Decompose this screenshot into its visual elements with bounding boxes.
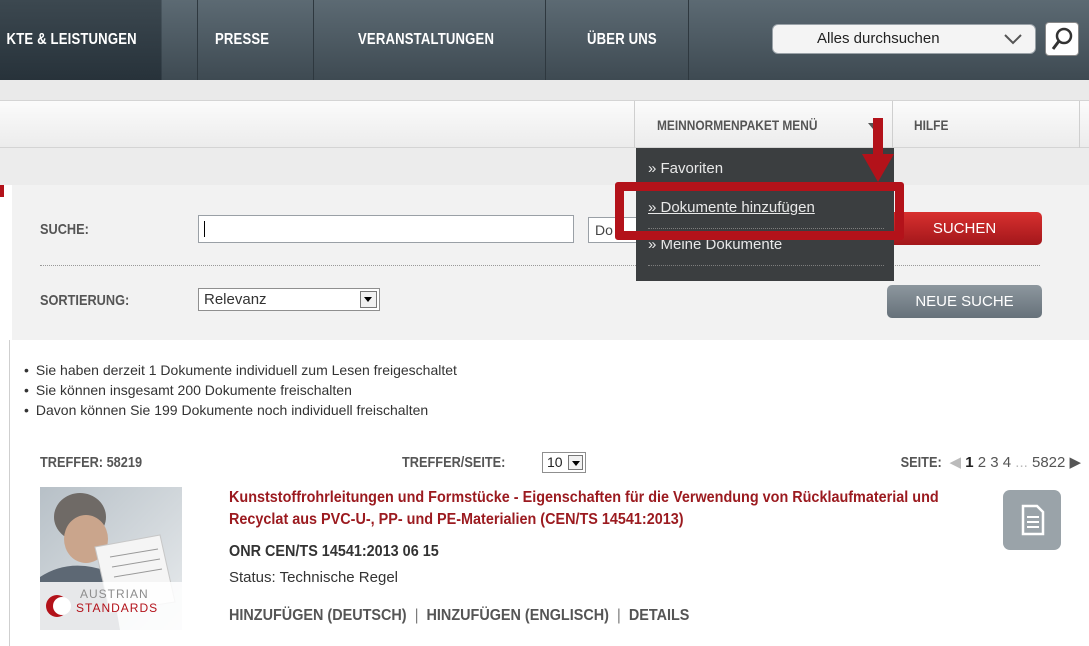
top-navigation: KTE & LEISTUNGEN PRESSE VERANSTALTUNGEN … [0,0,1089,80]
result-title-link[interactable]: Kunststoffrohrleitungen und Formstücke -… [229,487,991,531]
action-separator: | [414,607,419,624]
search-icon [1051,27,1073,50]
hits-count: TREFFER: 58219 [40,454,142,471]
page-link-2[interactable]: 2 [978,454,986,471]
logo-text-austrian: AUSTRIAN [80,587,149,601]
per-page-value: 10 [547,454,563,470]
page-ellipsis: ... [1015,454,1028,471]
global-search-button[interactable] [1045,22,1079,56]
logo-text-standards: STANDARDS [76,601,159,615]
add-german-link[interactable]: HINZUFÜGEN (DEUTSCH) [229,607,407,624]
nav-spacer-bar [0,80,1089,100]
accent-marker [0,185,4,197]
highlight-box [615,182,904,240]
result-status: Status: Technische Regel [229,569,398,586]
hits-value: 58219 [106,454,143,471]
page-link-1[interactable]: 1 [965,454,973,471]
document-thumbnail[interactable]: AUSTRIAN STANDARDS [40,487,182,630]
subnav-separator [634,101,635,149]
nav-separator [688,0,689,80]
sub-navigation: MEINNORMENPAKET MENÜ HILFE [0,100,1089,149]
list-item: Sie können insgesamt 200 Dokumente freis… [24,380,457,400]
new-search-button[interactable]: NEUE SUCHE [887,285,1042,318]
next-page-icon[interactable]: ▶ [1070,454,1082,471]
pagination: SEITE: ◀ 1 2 3 4 ... 5822 ▶ [897,453,1081,471]
content-border [9,340,10,646]
nav-produkte-leistungen[interactable]: KTE & LEISTUNGEN [0,0,162,80]
hilfe-link[interactable]: HILFE [914,117,948,133]
details-link[interactable]: DETAILS [629,607,690,624]
nav-ueber-uns[interactable]: ÜBER UNS [587,0,657,80]
page-link-last[interactable]: 5822 [1032,454,1065,471]
page-link-3[interactable]: 3 [990,454,998,471]
per-page-select[interactable]: 10 [542,452,586,473]
document-icon [1021,504,1045,536]
prev-page-icon: ◀ [949,454,962,471]
subnav-spacer-bar [0,148,1089,185]
page-link-4[interactable]: 4 [1003,454,1011,471]
list-item: Davon können Sie 199 Dokumente noch indi… [24,400,457,420]
meinnormenpaket-menu[interactable]: MEINNORMENPAKET MENÜ [657,117,817,133]
nav-presse[interactable]: PRESSE [215,0,269,80]
nav-veranstaltungen[interactable]: VERANSTALTUNGEN [358,0,494,80]
hits-label: TREFFER: [40,454,104,471]
text-cursor [204,221,205,237]
unlock-info-list: Sie haben derzeit 1 Dokumente individuel… [24,360,457,420]
global-search-placeholder: Alles durchsuchen [817,30,940,47]
global-search-select[interactable]: Alles durchsuchen [772,24,1036,54]
dropdown-arrow-icon [360,291,377,308]
search-label: SUCHE: [40,221,89,238]
list-item: Sie haben derzeit 1 Dokumente individuel… [24,360,457,380]
add-english-link[interactable]: HINZUFÜGEN (ENGLISCH) [427,607,609,624]
sort-select-value: Relevanz [204,291,267,308]
result-actions: HINZUFÜGEN (DEUTSCH) | HINZUFÜGEN (ENGLISC… [229,607,689,625]
document-view-button[interactable] [1003,490,1061,550]
subnav-separator [1079,101,1080,149]
page-label: SEITE: [900,454,942,471]
nav-separator [545,0,546,80]
sort-select[interactable]: Relevanz [198,288,380,311]
nav-separator [197,0,198,80]
search-submit-button[interactable]: SUCHEN [887,212,1042,245]
action-separator: | [617,607,621,624]
chevron-down-icon [1004,34,1022,45]
menu-item-favoriten[interactable]: » Favoriten [648,160,723,177]
dropdown-arrow-icon [568,455,583,470]
menu-divider [648,265,884,266]
arrow-down-icon [862,118,894,182]
nav-separator [313,0,314,80]
search-input[interactable] [198,215,574,243]
result-code: ONR CEN/TS 14541:2013 06 15 [229,543,439,560]
sort-label: SORTIERUNG: [40,292,130,309]
per-page-label: TREFFER/SEITE: [402,454,506,471]
